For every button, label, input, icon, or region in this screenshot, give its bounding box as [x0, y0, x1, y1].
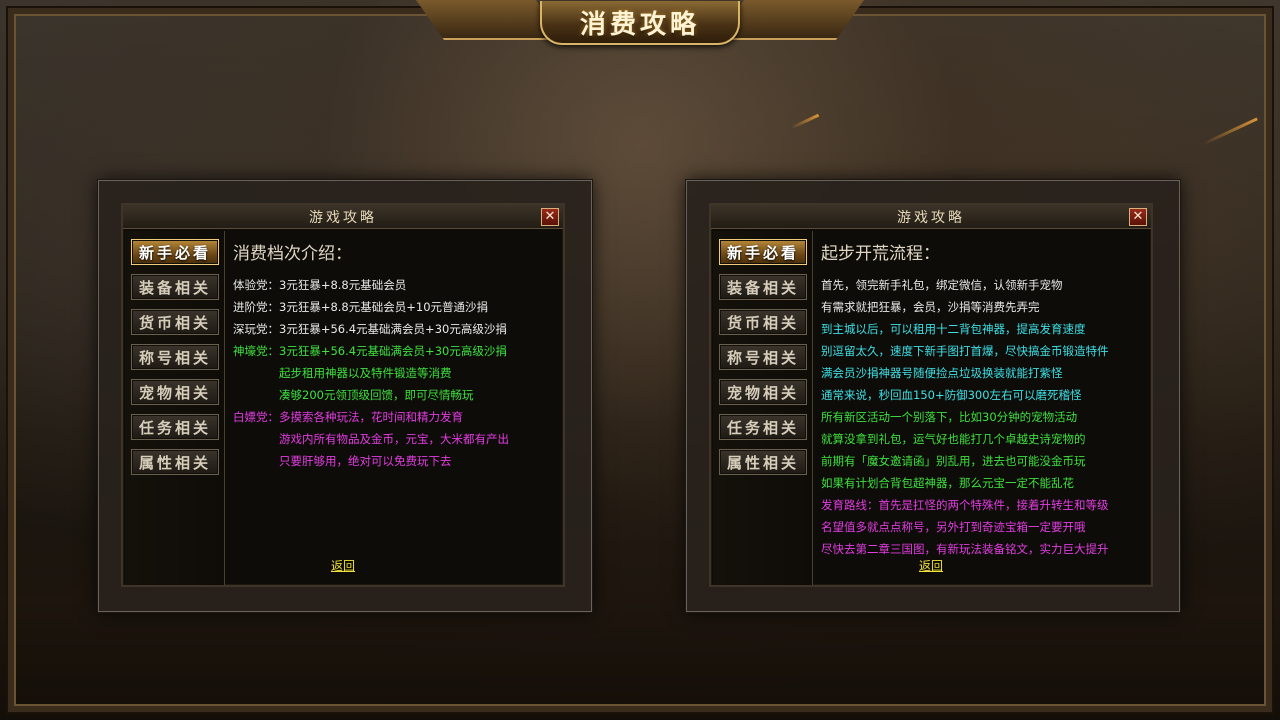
- content-lines: 首先，领完新手礼包，绑定微信，认领新手宠物 有需求就把狂暴，会员，沙捐等消费先弄完…: [821, 274, 1151, 560]
- content-line: 名望值多就点点称号，另外打到奇迹宝箱一定要开哦: [821, 516, 1151, 538]
- back-link[interactable]: 返回: [711, 557, 1151, 574]
- tier-label: 白嫖党：: [233, 410, 279, 424]
- line-text: 3元狂暴+56.4元基础满会员+30元高级沙捐: [279, 322, 507, 336]
- content-line: 白嫖党：多摸索各种玩法，花时间和精力发育: [233, 406, 563, 428]
- sidebar-tab[interactable]: 称号相关: [719, 344, 807, 370]
- sidebar-tab[interactable]: 宠物相关: [719, 379, 807, 405]
- content-line: 就算没拿到礼包，运气好也能打几个卓越史诗宠物的: [821, 428, 1151, 450]
- tier-label: 神壕党：: [233, 344, 279, 358]
- content-line: 凑够200元领顶级回馈，即可尽情畅玩: [233, 384, 563, 406]
- content-line: 深玩党：3元狂暴+56.4元基础满会员+30元高级沙捐: [233, 318, 563, 340]
- content-line: 到主城以后，可以租用十二背包神器，提高发育速度: [821, 318, 1151, 340]
- sidebar-tab[interactable]: 货币相关: [131, 309, 219, 335]
- close-button[interactable]: ✕: [541, 208, 559, 226]
- line-text: 就算没拿到礼包，运气好也能打几个卓越史诗宠物的: [821, 432, 1086, 446]
- content-heading: 消费档次介绍：: [233, 244, 352, 264]
- line-text: 到主城以后，可以租用十二背包神器，提高发育速度: [821, 322, 1086, 336]
- content-line: 别逗留太久，速度下新手图打首爆，尽快搞金币锻造特件: [821, 340, 1151, 362]
- line-text: 通常来说，秒回血150+防御300左右可以磨死稽怪: [821, 388, 1082, 402]
- content-line: 首先，领完新手礼包，绑定微信，认领新手宠物: [821, 274, 1151, 296]
- sidebar-tab[interactable]: 属性相关: [131, 449, 219, 475]
- left-panel: 游戏攻略 ✕ 新手必看装备相关货币相关称号相关宠物相关任务相关属性相关 消费档次…: [98, 180, 592, 612]
- content-line: 如果有计划合背包超神器，那么元宝一定不能乱花: [821, 472, 1151, 494]
- window-title: 游戏攻略: [309, 209, 377, 226]
- tier-label: 体验党：: [233, 278, 279, 292]
- guide-window-left: 游戏攻略 ✕ 新手必看装备相关货币相关称号相关宠物相关任务相关属性相关 消费档次…: [121, 203, 565, 587]
- sidebar-tab[interactable]: 装备相关: [719, 274, 807, 300]
- content-line: 满会员沙捐神器号随便捡点垃圾换装就能打紫怪: [821, 362, 1151, 384]
- line-text: 起步租用神器以及特件锻造等消费: [279, 366, 452, 380]
- sidebar-tab[interactable]: 宠物相关: [131, 379, 219, 405]
- line-text: 有需求就把狂暴，会员，沙捐等消费先弄完: [821, 300, 1040, 314]
- line-text: 3元狂暴+8.8元基础会员: [279, 278, 407, 292]
- content-line: 有需求就把狂暴，会员，沙捐等消费先弄完: [821, 296, 1151, 318]
- content-line: 发育路线：首先是扛怪的两个特殊件，接着升转生和等级: [821, 494, 1151, 516]
- sidebar-tab[interactable]: 新手必看: [131, 239, 219, 265]
- line-text: 3元狂暴+56.4元基础满会员+30元高级沙捐: [279, 344, 507, 358]
- sidebar-tab[interactable]: 货币相关: [719, 309, 807, 335]
- line-text: 发育路线：首先是扛怪的两个特殊件，接着升转生和等级: [821, 498, 1109, 512]
- sidebar-tab[interactable]: 称号相关: [131, 344, 219, 370]
- sidebar-tab[interactable]: 新手必看: [719, 239, 807, 265]
- tier-label: 进阶党：: [233, 300, 279, 314]
- sidebar-tab[interactable]: 任务相关: [719, 414, 807, 440]
- line-text: 满会员沙捐神器号随便捡点垃圾换装就能打紫怪: [821, 366, 1063, 380]
- right-panel: 游戏攻略 ✕ 新手必看装备相关货币相关称号相关宠物相关任务相关属性相关 起步开荒…: [686, 180, 1180, 612]
- title-banner: 消费攻略: [415, 0, 865, 46]
- line-text: 多摸索各种玩法，花时间和精力发育: [279, 410, 463, 424]
- guide-window-right: 游戏攻略 ✕ 新手必看装备相关货币相关称号相关宠物相关任务相关属性相关 起步开荒…: [709, 203, 1153, 587]
- line-text: 尽快去第二章三国图，有新玩法装备铭文，实力巨大提升: [821, 542, 1109, 556]
- window-title: 游戏攻略: [897, 209, 965, 226]
- content-heading: 起步开荒流程：: [821, 244, 940, 264]
- line-text: 只要肝够用，绝对可以免费玩下去: [279, 454, 452, 468]
- content-line: 起步租用神器以及特件锻造等消费: [233, 362, 563, 384]
- content-line: 通常来说，秒回血150+防御300左右可以磨死稽怪: [821, 384, 1151, 406]
- content-line: 只要肝够用，绝对可以免费玩下去: [233, 450, 563, 472]
- line-text: 如果有计划合背包超神器，那么元宝一定不能乱花: [821, 476, 1074, 490]
- line-text: 首先，领完新手礼包，绑定微信，认领新手宠物: [821, 278, 1063, 292]
- content-line: 前期有「魔女邀请函」别乱用，进去也可能没金币玩: [821, 450, 1151, 472]
- category-sidebar: 新手必看装备相关货币相关称号相关宠物相关任务相关属性相关: [125, 231, 225, 585]
- banner-plate: 消费攻略: [540, 1, 740, 45]
- line-text: 前期有「魔女邀请函」别乱用，进去也可能没金币玩: [821, 454, 1086, 468]
- content-line: 游戏内所有物品及金币，元宝，大米都有产出: [233, 428, 563, 450]
- line-text: 所有新区活动一个别落下，比如30分钟的宠物活动: [821, 410, 1078, 424]
- content-line: 体验党：3元狂暴+8.8元基础会员: [233, 274, 563, 296]
- category-sidebar: 新手必看装备相关货币相关称号相关宠物相关任务相关属性相关: [713, 231, 813, 585]
- guide-content: 消费档次介绍： 体验党：3元狂暴+8.8元基础会员 进阶党：3元狂暴+8.8元基础…: [233, 235, 563, 555]
- close-button[interactable]: ✕: [1129, 208, 1147, 226]
- guide-content: 起步开荒流程： 首先，领完新手礼包，绑定微信，认领新手宠物 有需求就把狂暴，会员，…: [821, 235, 1151, 556]
- sidebar-tab[interactable]: 任务相关: [131, 414, 219, 440]
- line-text: 游戏内所有物品及金币，元宝，大米都有产出: [279, 432, 509, 446]
- line-text: 凑够200元领顶级回馈，即可尽情畅玩: [279, 388, 474, 402]
- line-text: 别逗留太久，速度下新手图打首爆，尽快搞金币锻造特件: [821, 344, 1109, 358]
- line-text: 3元狂暴+8.8元基础会员+10元普通沙捐: [279, 300, 489, 314]
- content-line: 所有新区活动一个别落下，比如30分钟的宠物活动: [821, 406, 1151, 428]
- sidebar-tab[interactable]: 属性相关: [719, 449, 807, 475]
- content-line: 进阶党：3元狂暴+8.8元基础会员+10元普通沙捐: [233, 296, 563, 318]
- window-titlebar: 游戏攻略 ✕: [711, 205, 1151, 229]
- page-title: 消费攻略: [579, 9, 700, 40]
- back-link[interactable]: 返回: [123, 557, 563, 574]
- window-titlebar: 游戏攻略 ✕: [123, 205, 563, 229]
- tier-label: 深玩党：: [233, 322, 279, 336]
- content-lines: 体验党：3元狂暴+8.8元基础会员 进阶党：3元狂暴+8.8元基础会员+10元普通…: [233, 274, 563, 472]
- sidebar-tab[interactable]: 装备相关: [131, 274, 219, 300]
- line-text: 名望值多就点点称号，另外打到奇迹宝箱一定要开哦: [821, 520, 1086, 534]
- content-line: 神壕党：3元狂暴+56.4元基础满会员+30元高级沙捐: [233, 340, 563, 362]
